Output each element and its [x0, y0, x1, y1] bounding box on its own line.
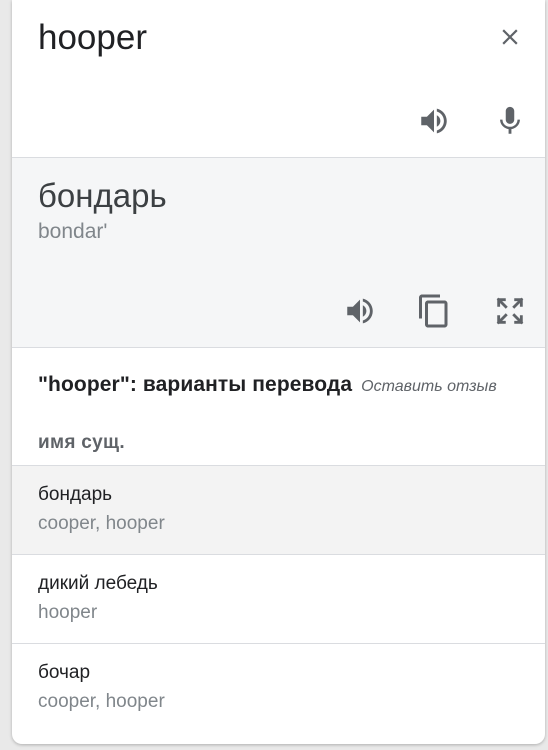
voice-input-button[interactable] [488, 99, 532, 143]
alternatives-header: "hooper": варианты перевода Оставить отз… [38, 373, 538, 397]
source-listen-button[interactable] [412, 99, 456, 143]
source-panel: hooper [12, 0, 545, 158]
alternative-word: бочар [38, 662, 91, 683]
microphone-icon [500, 106, 520, 134]
translate-card: hooper бондарь bondar' "hooper": вариант… [12, 0, 545, 744]
alternatives-title: "hooper": варианты перевода [38, 373, 353, 396]
translation-text: бондарь [38, 177, 167, 214]
feedback-link[interactable]: Оставить отзыв [361, 378, 497, 396]
part-of-speech-label: имя сущ. [38, 432, 125, 453]
source-input[interactable]: hooper [38, 16, 147, 60]
copy-button[interactable] [412, 289, 456, 333]
list-item[interactable]: бондарь cooper, hooper [12, 465, 545, 554]
list-item[interactable]: дикий лебедь hooper [12, 554, 545, 643]
list-item[interactable]: бочар cooper, hooper [12, 643, 545, 732]
alternative-word: дикий лебедь [38, 573, 158, 594]
alternative-synonyms: cooper, hooper [38, 691, 165, 712]
clear-button[interactable] [488, 15, 532, 59]
speaker-icon [347, 298, 373, 324]
translation-panel: бондарь bondar' [12, 158, 545, 348]
fullscreen-button[interactable] [488, 289, 532, 333]
copy-icon [419, 294, 448, 328]
speaker-icon [421, 108, 447, 134]
translation-listen-button[interactable] [338, 289, 382, 333]
close-icon [502, 29, 518, 45]
alternative-synonyms: cooper, hooper [38, 513, 165, 534]
alternative-synonyms: hooper [38, 602, 98, 623]
transliteration-text: bondar' [38, 220, 108, 243]
alternative-word: бондарь [38, 484, 113, 505]
fullscreen-icon [496, 297, 524, 325]
